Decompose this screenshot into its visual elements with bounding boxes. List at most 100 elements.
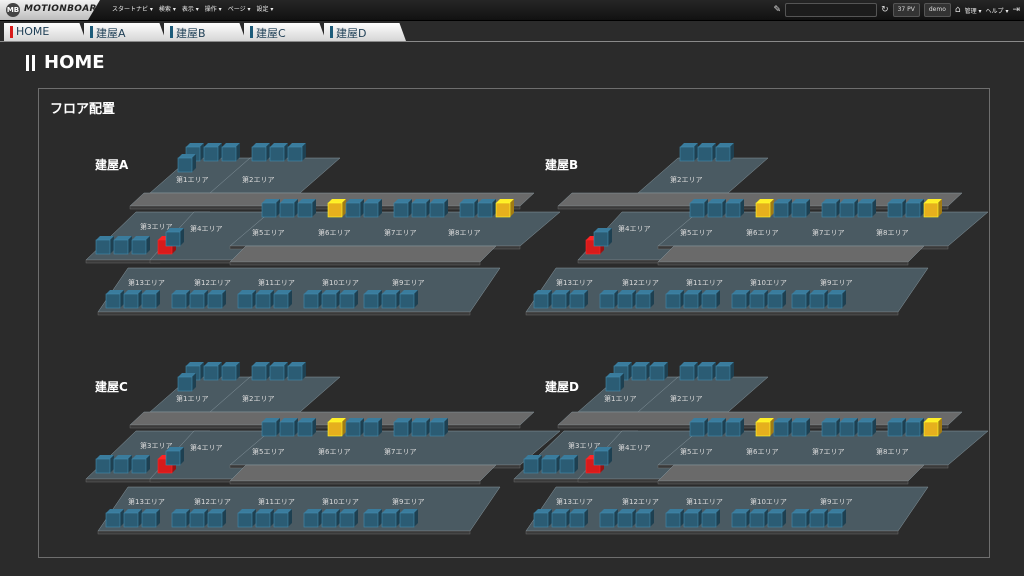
area-bottom-4-equipment-unit	[791, 293, 807, 309]
building-c-floor: 第1エリア 第2エリア第3エリア 第4エリア 第5エリア 第6エリア 第7エリア第13エリ…	[85, 362, 561, 535]
area-bottom-3-equipment-unit	[303, 293, 319, 309]
area-bottom-2-equipment-unit	[237, 512, 253, 528]
area-6-equipment-warning	[327, 202, 343, 218]
aisle-lower-edge	[657, 261, 909, 266]
area-bottom-1-equipment-unit	[635, 293, 651, 309]
building-d-floor: 第1エリア 第2エリア第3エリア 第4エリア 第5エリア 第6エリア 第7エリア 第8エリア…	[513, 362, 989, 535]
area-5-equipment-unit	[707, 202, 723, 218]
aisle-upper-edge	[129, 424, 521, 429]
area-bottom-1-equipment-unit	[635, 512, 651, 528]
area-2-equipment-unit	[679, 365, 695, 381]
area-5-equipment-unit	[279, 421, 295, 437]
area-8-equipment-warning	[923, 421, 939, 437]
area-6-equipment-unit	[791, 202, 807, 218]
area-label: 第2エリア	[242, 175, 274, 184]
area-6-equipment-unit	[345, 421, 361, 437]
area-label: 第11エリア	[258, 278, 295, 287]
area-label: 第13エリア	[128, 278, 165, 287]
area-bottom-1-equipment-unit	[207, 512, 223, 528]
area-bottom-1-equipment-unit	[617, 293, 633, 309]
area-bottom-0-equipment-unit	[569, 293, 585, 309]
area-bottom-4-equipment-unit	[809, 512, 825, 528]
area-bottom-3-equipment-unit	[767, 293, 783, 309]
area-4-equipment-unit	[593, 450, 609, 466]
aisle-lower	[229, 245, 497, 263]
area-2-equipment-unit	[715, 146, 731, 162]
area-label: 第5エリア	[252, 228, 284, 237]
area-bottom-2-equipment-unit	[665, 512, 681, 528]
aisle-lower-edge	[229, 261, 481, 266]
area-label: 第2エリア	[670, 394, 702, 403]
area-label: 第8エリア	[448, 228, 480, 237]
aisle-lower-edge	[657, 480, 909, 485]
area-label: 第12エリア	[194, 278, 231, 287]
area-1-equipment-unit	[649, 365, 665, 381]
area-bottom-0-equipment-unit	[123, 293, 139, 309]
area-8-equipment-unit	[459, 202, 475, 218]
area-8-equipment-unit	[905, 202, 921, 218]
area-bottom-1-equipment-unit	[189, 512, 205, 528]
area-3-floor-edge	[85, 478, 161, 483]
area-6-equipment-unit	[363, 421, 379, 437]
area-bottom-1-equipment-unit	[599, 293, 615, 309]
area-7-equipment-unit	[393, 421, 409, 437]
area-2-equipment-unit	[715, 365, 731, 381]
area-label: 第6エリア	[746, 447, 778, 456]
area-label: 第10エリア	[750, 497, 787, 506]
area-label: 第3エリア	[140, 222, 172, 231]
area-3-equipment-unit	[541, 458, 557, 474]
area-label: 第5エリア	[680, 447, 712, 456]
area-label: 第8エリア	[876, 447, 908, 456]
area-7-equipment-unit	[839, 421, 855, 437]
floor-map: 第1エリア 第2エリア第3エリア 第4エリア 第5エリア 第6エリア 第7エリア 第8エリア…	[85, 143, 989, 535]
area-label: 第2エリア	[670, 175, 702, 184]
area-5-equipment-unit	[261, 421, 277, 437]
area-bottom-3-equipment-unit	[767, 512, 783, 528]
area-3-equipment-unit	[559, 458, 575, 474]
area-bottom-2-equipment-unit	[701, 293, 717, 309]
area-label: 第8エリア	[876, 228, 908, 237]
area-bottom-3-equipment-unit	[321, 293, 337, 309]
area-bottom-3-equipment-unit	[339, 293, 355, 309]
area-label: 第12エリア	[194, 497, 231, 506]
area-label: 第5エリア	[252, 447, 284, 456]
area-3-equipment-unit	[95, 239, 111, 255]
area-bottom-3-equipment-unit	[749, 512, 765, 528]
area-6-equipment-warning	[755, 421, 771, 437]
area-bottom-1-equipment-unit	[207, 293, 223, 309]
area-8-equipment-warning	[923, 202, 939, 218]
area-bottom-0-equipment-unit	[551, 293, 567, 309]
area-1-equipment-unit	[631, 365, 647, 381]
area-3-equipment-unit	[113, 239, 129, 255]
area-bottom-3-equipment-unit	[321, 512, 337, 528]
area-1-equipment-unit	[605, 376, 621, 392]
aisle-lower	[229, 464, 497, 482]
area-2-equipment-unit	[287, 146, 303, 162]
area-5-equipment-unit	[725, 202, 741, 218]
area-5-equipment-unit	[707, 421, 723, 437]
area-label: 第10エリア	[750, 278, 787, 287]
area-label: 第7エリア	[812, 447, 844, 456]
area-9-13-floor-edge	[97, 530, 471, 535]
area-4-floor-edge	[149, 478, 243, 483]
area-bottom-2-equipment-unit	[255, 512, 271, 528]
area-3-floor-edge	[85, 259, 161, 264]
area-bottom-1-equipment-unit	[171, 512, 187, 528]
building-a-floor: 第1エリア 第2エリア第3エリア 第4エリア 第5エリア 第6エリア 第7エリア 第8エリア…	[85, 143, 561, 316]
area-4-equipment-unit	[165, 450, 181, 466]
area-bottom-3-equipment-unit	[303, 512, 319, 528]
area-bottom-2-equipment-unit	[701, 512, 717, 528]
aisle-lower-edge	[229, 480, 481, 485]
area-label: 第11エリア	[258, 497, 295, 506]
area-9-13-floor-edge	[525, 530, 899, 535]
area-1-equipment-unit	[203, 365, 219, 381]
area-6-equipment-unit	[773, 421, 789, 437]
area-6-equipment-unit	[345, 202, 361, 218]
area-5-equipment-unit	[689, 202, 705, 218]
area-bottom-0-equipment-unit	[551, 512, 567, 528]
area-bottom-4-equipment-unit	[399, 512, 415, 528]
area-bottom-0-equipment-unit	[533, 293, 549, 309]
area-7-equipment-unit	[821, 421, 837, 437]
area-label: 第2エリア	[242, 394, 274, 403]
area-label: 第11エリア	[686, 497, 723, 506]
